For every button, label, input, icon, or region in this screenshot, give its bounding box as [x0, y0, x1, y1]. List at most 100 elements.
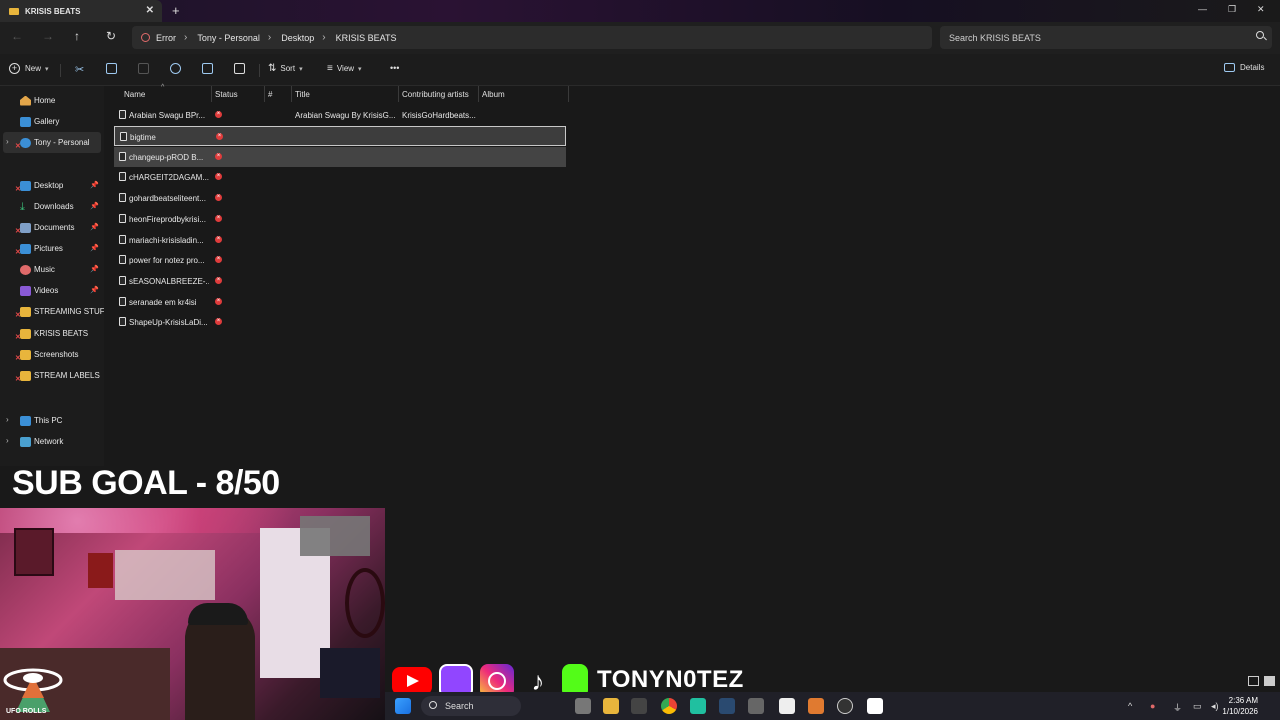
computer-icon — [20, 415, 31, 426]
wall-mirror — [345, 568, 385, 638]
forward-icon[interactable]: → — [42, 29, 54, 43]
file-row[interactable]: Arabian Swagu BPr... × Arabian Swagu By … — [114, 105, 566, 125]
sidebar-item-documents[interactable]: ✕ Documents 📌 — [0, 217, 104, 238]
breadcrumb-desktop[interactable]: Desktop — [281, 33, 314, 43]
address-bar[interactable]: Error › Tony - Personal › Desktop › KRIS… — [132, 26, 932, 49]
taskbar-search-label: Search — [445, 701, 474, 711]
store-icon[interactable] — [631, 698, 647, 714]
paste-icon[interactable] — [138, 63, 149, 74]
sidebar-item-label: This PC — [34, 416, 63, 425]
clock[interactable]: 2:36 AM 1/10/2026 — [1222, 695, 1258, 717]
file-row[interactable]: power for notez pro... × — [114, 250, 566, 270]
breadcrumb-tony-personal[interactable]: Tony - Personal — [197, 33, 260, 43]
share-icon[interactable] — [202, 63, 213, 74]
file-explorer-icon[interactable] — [603, 698, 619, 714]
app-icon[interactable] — [748, 698, 764, 714]
sidebar-item-stream-labels[interactable]: ✕ STREAM LABELS — [0, 365, 104, 386]
display-icon[interactable]: ▭ — [1193, 701, 1202, 712]
volume-icon[interactable]: ◂) — [1211, 701, 1219, 712]
column-divider[interactable] — [568, 86, 569, 102]
sort-button[interactable]: ⇅ Sort ▾ — [268, 63, 303, 74]
rename-icon[interactable] — [170, 63, 181, 74]
column-divider[interactable] — [291, 86, 292, 102]
column-divider[interactable] — [478, 86, 479, 102]
app-icon[interactable] — [867, 698, 883, 714]
column-divider[interactable] — [264, 86, 265, 102]
new-button[interactable]: + New ▾ — [9, 63, 49, 74]
file-row[interactable]: cHARGEIT2DAGAM... × — [114, 167, 566, 187]
file-row[interactable]: heonFireprodbykrisi... × — [114, 209, 566, 229]
view-button[interactable]: ≡ View ▾ — [327, 63, 362, 74]
back-icon[interactable]: ← — [11, 29, 23, 43]
file-row[interactable]: bigtime × — [114, 126, 566, 146]
breadcrumb-krisis-beats[interactable]: KRISIS BEATS — [336, 33, 397, 43]
chevron-right-icon[interactable]: › — [6, 137, 9, 146]
column-header-status[interactable]: Status — [215, 90, 238, 99]
document-icon[interactable] — [779, 698, 795, 714]
sidebar-item-screenshots[interactable]: ✕ Screenshots — [0, 344, 104, 365]
new-tab-button[interactable]: + — [172, 3, 180, 18]
chevron-up-icon[interactable]: ^ — [1128, 701, 1132, 711]
file-row[interactable]: seranade em kr4isi × — [114, 292, 566, 312]
app-icon[interactable] — [690, 698, 706, 714]
file-row[interactable]: sEASONALBREEZE-... × — [114, 271, 566, 291]
chrome-icon[interactable] — [661, 698, 677, 714]
column-header-name[interactable]: Name — [124, 90, 145, 99]
details-button[interactable]: Details — [1224, 63, 1264, 72]
copy-icon[interactable] — [106, 63, 117, 74]
column-header-number[interactable]: # — [268, 90, 272, 99]
search-icon — [429, 701, 437, 709]
sidebar-item-network[interactable]: › Network — [0, 431, 104, 452]
up-icon[interactable]: ↑ — [74, 29, 80, 43]
obs-icon[interactable] — [837, 698, 853, 714]
sidebar-item-gallery[interactable]: Gallery — [0, 111, 104, 132]
restore-icon[interactable]: ❐ — [1228, 4, 1236, 15]
column-divider[interactable] — [211, 86, 212, 102]
sidebar-item-downloads[interactable]: ⤓ Downloads 📌 — [0, 196, 104, 217]
tiles-view-toggle[interactable] — [1264, 676, 1275, 686]
sidebar-item-pictures[interactable]: ✕ Pictures 📌 — [0, 238, 104, 259]
sidebar-item-desktop[interactable]: ✕ Desktop 📌 — [0, 175, 104, 196]
pin-icon: 📌 — [90, 224, 99, 231]
search-icon[interactable] — [1256, 31, 1264, 39]
minimize-icon[interactable]: — — [1198, 4, 1207, 14]
search-input[interactable]: Search KRISIS BEATS — [940, 26, 1272, 49]
steam-icon[interactable] — [719, 698, 735, 714]
column-header-title[interactable]: Title — [295, 90, 310, 99]
sidebar-item-krisis-beats[interactable]: ✕ KRISIS BEATS — [0, 323, 104, 344]
file-row[interactable]: gohardbeatseliteent... × — [114, 188, 566, 208]
refresh-icon[interactable]: ↻ — [106, 29, 116, 43]
details-view-toggle[interactable] — [1248, 676, 1259, 686]
videos-icon — [20, 285, 31, 296]
file-title: Arabian Swagu By KrisisG... — [295, 111, 395, 120]
onedrive-tray-icon[interactable]: ● — [1150, 701, 1155, 711]
task-view-icon[interactable] — [575, 698, 591, 714]
sidebar-item-this-pc[interactable]: › This PC — [0, 410, 104, 431]
file-row[interactable]: changeup-pROD B... × — [114, 147, 566, 167]
sidebar-item-home[interactable]: Home — [0, 90, 104, 111]
sidebar-item-tony-personal[interactable]: › ✕ Tony - Personal — [3, 132, 101, 153]
tab-krisis-beats[interactable]: KRISIS BEATS ✕ — [0, 0, 162, 22]
file-row[interactable]: ShapeUp-KrisisLaDi... × — [114, 312, 566, 332]
sidebar-item-music[interactable]: Music 📌 — [0, 259, 104, 280]
tab-close-button[interactable]: ✕ — [146, 5, 154, 16]
close-window-icon[interactable]: ✕ — [1257, 4, 1265, 15]
app-icon[interactable] — [808, 698, 824, 714]
column-header-album[interactable]: Album — [482, 90, 505, 99]
start-button-icon[interactable] — [395, 698, 411, 714]
file-row[interactable]: mariachi-krisisladin... × — [114, 230, 566, 250]
cut-icon[interactable]: ✂ — [75, 63, 84, 76]
audio-file-icon — [119, 235, 126, 244]
column-header-contributing-artists[interactable]: Contributing artists — [402, 90, 469, 99]
delete-icon[interactable] — [234, 63, 245, 74]
column-divider[interactable] — [398, 86, 399, 102]
address-row: ← → ↑ ↻ Error › Tony - Personal › Deskto… — [0, 22, 1280, 54]
more-options-button[interactable]: ••• — [390, 63, 399, 73]
sidebar-item-videos[interactable]: Videos 📌 — [0, 280, 104, 301]
microphone-icon[interactable]: ⏚ — [1173, 701, 1182, 714]
chevron-right-icon[interactable]: › — [6, 415, 9, 424]
chevron-right-icon[interactable]: › — [6, 436, 9, 445]
audio-file-icon — [119, 193, 126, 202]
sidebar-item-streaming-stuff[interactable]: ✕ STREAMING STUFF — [0, 301, 104, 322]
taskbar-search[interactable]: Search — [421, 696, 521, 716]
